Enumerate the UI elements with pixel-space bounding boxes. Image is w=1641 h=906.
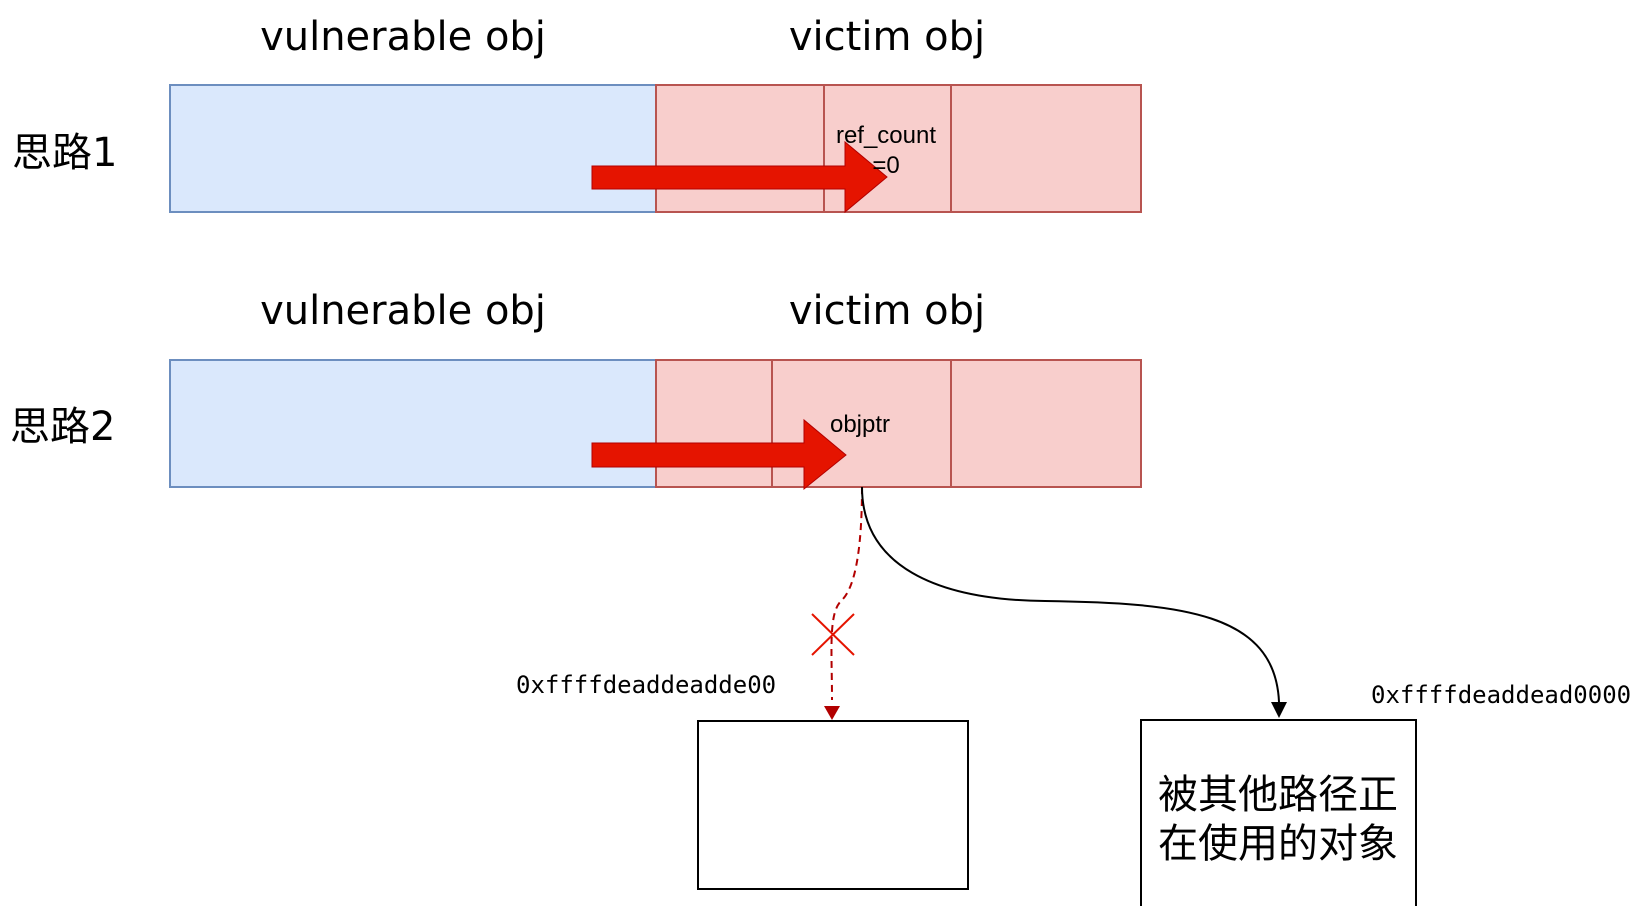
fake-target-object	[697, 720, 969, 890]
targets-group: 0xffffdeaddeadde00 0xffffdeaddead0000 被其…	[516, 671, 1631, 906]
approach-2-group: vulnerable obj victim obj 思路2 objptr	[10, 288, 1287, 720]
vulnerable-obj-title-2: vulnerable obj	[260, 288, 546, 334]
corrupted-pointer-arrowhead	[824, 706, 840, 720]
in-use-object-text-line-2: 在使用的对象	[1158, 821, 1398, 867]
in-use-object-text-line-1: 被其他路径正	[1158, 772, 1398, 818]
memory-overflow-diagram: vulnerable obj victim obj 思路1 ref_count …	[10, 14, 1631, 906]
vulnerable-obj-block-1	[169, 84, 657, 213]
approach-1-label: 思路1	[12, 130, 117, 176]
fake-address-label: 0xffffdeaddeadde00	[516, 671, 776, 699]
objptr-label: objptr	[830, 411, 890, 438]
approach-1-group: vulnerable obj victim obj 思路1 ref_count …	[12, 14, 1142, 214]
real-address-label: 0xffffdeaddead0000	[1371, 681, 1631, 709]
vulnerable-obj-title-1: vulnerable obj	[260, 14, 546, 60]
approach-2-label: 思路2	[10, 404, 115, 450]
victim-obj-title-1: victim obj	[789, 14, 985, 60]
actual-pointer-arrowhead	[1271, 702, 1287, 718]
victim-obj-title-2: victim obj	[789, 288, 985, 334]
corrupted-pointer-path	[830, 486, 863, 701]
vulnerable-obj-block-2	[169, 359, 657, 488]
ref-count-value-label: =0	[872, 152, 899, 179]
victim-obj-block-2	[655, 359, 1142, 488]
invalid-cross-icon	[811, 613, 855, 656]
actual-pointer-path	[861, 486, 1280, 703]
ref-count-label: ref_count	[836, 122, 936, 149]
